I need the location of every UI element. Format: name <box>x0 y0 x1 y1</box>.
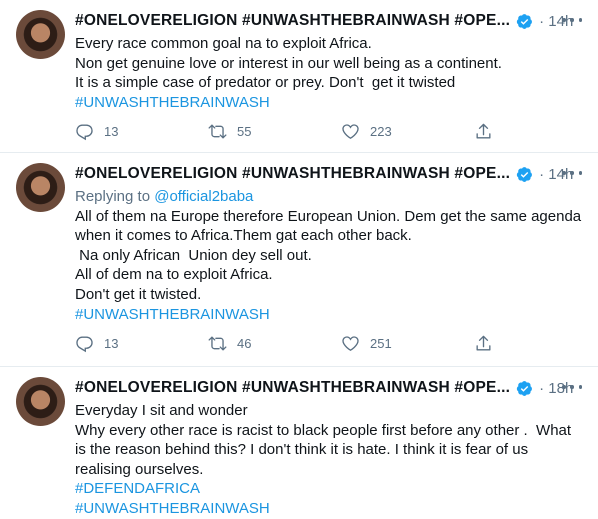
hashtag-link[interactable]: #DEFENDAFRICA <box>75 479 582 499</box>
tweet-3[interactable]: #ONELOVERELIGION #UNWASHTHEBRAINWASH #OP… <box>0 367 598 517</box>
reply-button[interactable]: 13 <box>75 122 208 141</box>
tweet-header: #ONELOVERELIGION #UNWASHTHEBRAINWASH #OP… <box>75 10 582 32</box>
tweet-text: Every race common goal na to exploit Afr… <box>75 34 582 112</box>
retweet-count: 55 <box>237 123 252 139</box>
tweet-2[interactable]: #ONELOVERELIGION #UNWASHTHEBRAINWASH #OP… <box>0 153 598 367</box>
retweet-icon <box>208 335 227 351</box>
display-name[interactable]: #ONELOVERELIGION #UNWASHTHEBRAINWASH #OP… <box>75 379 510 397</box>
verified-badge-icon <box>516 13 533 29</box>
verified-badge-icon <box>516 380 533 396</box>
display-name[interactable]: #ONELOVERELIGION #UNWASHTHEBRAINWASH #OP… <box>75 12 510 30</box>
like-button[interactable]: 251 <box>341 334 474 353</box>
avatar[interactable] <box>16 163 65 212</box>
retweet-button[interactable]: 55 <box>208 122 341 141</box>
display-name[interactable]: #ONELOVERELIGION #UNWASHTHEBRAINWASH #OP… <box>75 165 510 183</box>
share-icon <box>476 123 491 139</box>
text-line: Everyday I sit and wonder <box>75 402 248 419</box>
heart-icon <box>342 335 359 351</box>
tweet-actions: 13 46 251 <box>75 333 598 353</box>
hashtag-link[interactable]: #UNWASHTHEBRAINWASH <box>75 305 582 325</box>
text-line: Every race common goal na to exploit Afr… <box>75 35 372 52</box>
text-line: Non get genuine love or interest in our … <box>75 54 502 72</box>
retweet-button[interactable]: 46 <box>208 334 341 353</box>
tweet-text: Everyday I sit and wonder Why every othe… <box>75 401 582 519</box>
text-line: when it comes to Africa.Them gat each ot… <box>75 227 412 245</box>
like-button[interactable]: 223 <box>341 122 474 141</box>
tweet-text: Replying to @official2baba All of them n… <box>75 187 582 324</box>
text-line: All of them na Europe therefore European… <box>75 207 582 225</box>
share-button[interactable] <box>474 334 598 353</box>
more-options-icon[interactable] <box>562 379 582 395</box>
mention-link[interactable]: @official2baba <box>154 188 253 205</box>
like-count: 251 <box>370 335 392 351</box>
text-line: It is a simple case of predator or prey.… <box>75 74 456 92</box>
hashtag-link[interactable]: #UNWASHTHEBRAINWASH <box>75 93 582 113</box>
tweet-header: #ONELOVERELIGION #UNWASHTHEBRAINWASH #OP… <box>75 163 582 185</box>
verified-badge-icon <box>516 166 533 182</box>
more-options-icon[interactable] <box>562 165 582 181</box>
avatar[interactable] <box>16 377 65 426</box>
replying-prefix: Replying to <box>75 188 155 205</box>
like-count: 223 <box>370 123 392 139</box>
more-options-icon[interactable] <box>562 12 582 28</box>
replying-to: Replying to @official2baba <box>75 187 582 207</box>
retweet-icon <box>208 123 227 139</box>
text-line: is the reason behind this? I don't think… <box>75 441 529 459</box>
hashtag-link[interactable]: #UNWASHTHEBRAINWASH <box>75 499 582 519</box>
share-icon <box>476 335 491 351</box>
tweet-actions: 13 55 223 <box>75 121 598 141</box>
avatar[interactable] <box>16 10 65 59</box>
reply-count: 13 <box>104 123 119 139</box>
text-line: Don't get it twisted. <box>75 285 202 303</box>
text-line: All of dem na to exploit Africa. <box>75 266 273 284</box>
reply-count: 13 <box>104 335 119 351</box>
text-line: Na only African Union dey sell out. <box>75 246 312 264</box>
retweet-count: 46 <box>237 335 252 351</box>
tweet-header: #ONELOVERELIGION #UNWASHTHEBRAINWASH #OP… <box>75 377 582 399</box>
reply-button[interactable]: 13 <box>75 334 208 353</box>
reply-icon <box>76 123 93 140</box>
text-line: Why every other race is racist to black … <box>75 421 572 439</box>
reply-icon <box>76 335 93 352</box>
share-button[interactable] <box>474 122 598 141</box>
text-line: realising ourselves. <box>75 460 204 478</box>
tweet-1[interactable]: #ONELOVERELIGION #UNWASHTHEBRAINWASH #OP… <box>0 0 598 153</box>
heart-icon <box>342 123 359 139</box>
